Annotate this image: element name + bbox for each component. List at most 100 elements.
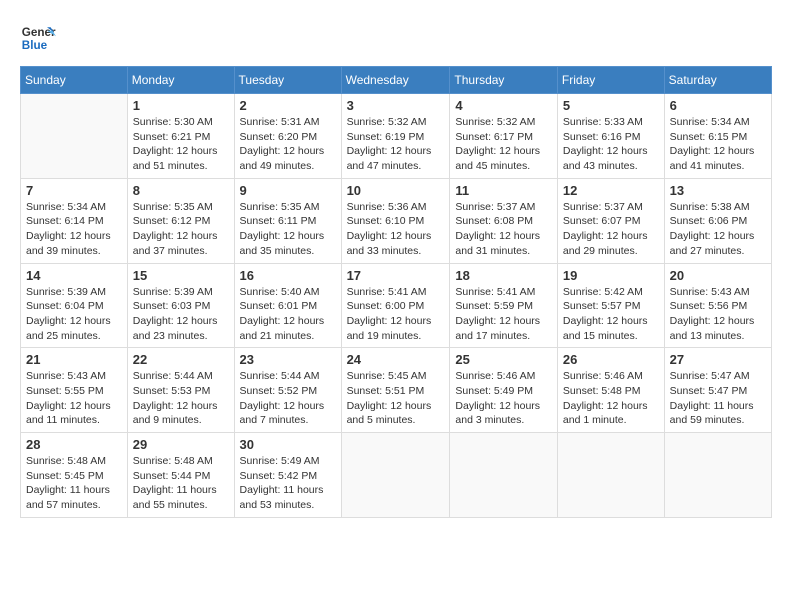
calendar-header: SundayMondayTuesdayWednesdayThursdayFrid… (21, 67, 772, 94)
day-info: Sunrise: 5:36 AMSunset: 6:10 PMDaylight:… (347, 200, 445, 259)
calendar-cell: 10 Sunrise: 5:36 AMSunset: 6:10 PMDayligh… (341, 178, 450, 263)
calendar-cell: 3 Sunrise: 5:32 AMSunset: 6:19 PMDaylight… (341, 94, 450, 179)
day-info: Sunrise: 5:48 AMSunset: 5:45 PMDaylight:… (26, 454, 122, 513)
calendar-cell: 1 Sunrise: 5:30 AMSunset: 6:21 PMDaylight… (127, 94, 234, 179)
day-number: 29 (133, 437, 229, 452)
calendar-cell: 11 Sunrise: 5:37 AMSunset: 6:08 PMDayligh… (450, 178, 558, 263)
day-number: 21 (26, 352, 122, 367)
day-number: 12 (563, 183, 659, 198)
day-number: 8 (133, 183, 229, 198)
calendar-cell: 12 Sunrise: 5:37 AMSunset: 6:07 PMDayligh… (557, 178, 664, 263)
day-info: Sunrise: 5:39 AMSunset: 6:03 PMDaylight:… (133, 285, 229, 344)
calendar-cell: 25Sunrise: 5:46 AMSunset: 5:49 PMDayligh… (450, 348, 558, 433)
calendar-cell (450, 433, 558, 518)
day-number: 20 (670, 268, 766, 283)
calendar-week-1: 1 Sunrise: 5:30 AMSunset: 6:21 PMDaylight… (21, 94, 772, 179)
day-info: Sunrise: 5:41 AMSunset: 6:00 PMDaylight:… (347, 285, 445, 344)
calendar-cell: 13Sunrise: 5:38 AMSunset: 6:06 PMDayligh… (664, 178, 771, 263)
day-info: Sunrise: 5:43 AMSunset: 5:55 PMDaylight:… (26, 369, 122, 428)
calendar-week-3: 14 Sunrise: 5:39 AMSunset: 6:04 PMDayligh… (21, 263, 772, 348)
day-number: 15 (133, 268, 229, 283)
calendar-week-2: 7 Sunrise: 5:34 AMSunset: 6:14 PMDaylight… (21, 178, 772, 263)
weekday-header-friday: Friday (557, 67, 664, 94)
day-number: 16 (240, 268, 336, 283)
weekday-header-wednesday: Wednesday (341, 67, 450, 94)
day-info: Sunrise: 5:38 AMSunset: 6:06 PMDaylight:… (670, 200, 766, 259)
day-info: Sunrise: 5:32 AMSunset: 6:17 PMDaylight:… (455, 115, 552, 174)
day-info: Sunrise: 5:41 AMSunset: 5:59 PMDaylight:… (455, 285, 552, 344)
day-number: 27 (670, 352, 766, 367)
day-number: 1 (133, 98, 229, 113)
day-info: Sunrise: 5:37 AMSunset: 6:08 PMDaylight:… (455, 200, 552, 259)
day-number: 3 (347, 98, 445, 113)
calendar-cell: 2Sunrise: 5:31 AMSunset: 6:20 PMDaylight… (234, 94, 341, 179)
day-info: Sunrise: 5:44 AMSunset: 5:53 PMDaylight:… (133, 369, 229, 428)
day-number: 17 (347, 268, 445, 283)
day-info: Sunrise: 5:39 AMSunset: 6:04 PMDaylight:… (26, 285, 122, 344)
day-number: 10 (347, 183, 445, 198)
calendar-cell: 6 Sunrise: 5:34 AMSunset: 6:15 PMDaylight… (664, 94, 771, 179)
calendar-cell: 5Sunrise: 5:33 AMSunset: 6:16 PMDaylight… (557, 94, 664, 179)
calendar-cell: 28 Sunrise: 5:48 AMSunset: 5:45 PMDayligh… (21, 433, 128, 518)
day-info: Sunrise: 5:37 AMSunset: 6:07 PMDaylight:… (563, 200, 659, 259)
calendar-cell: 18 Sunrise: 5:41 AMSunset: 5:59 PMDayligh… (450, 263, 558, 348)
calendar-cell (21, 94, 128, 179)
day-number: 4 (455, 98, 552, 113)
weekday-header-monday: Monday (127, 67, 234, 94)
weekday-header-saturday: Saturday (664, 67, 771, 94)
day-info: Sunrise: 5:40 AMSunset: 6:01 PMDaylight:… (240, 285, 336, 344)
day-number: 19 (563, 268, 659, 283)
day-number: 9 (240, 183, 336, 198)
calendar-week-5: 28 Sunrise: 5:48 AMSunset: 5:45 PMDayligh… (21, 433, 772, 518)
day-number: 7 (26, 183, 122, 198)
calendar-cell (664, 433, 771, 518)
day-info: Sunrise: 5:49 AMSunset: 5:42 PMDaylight:… (240, 454, 336, 513)
page-header: General Blue (20, 20, 772, 56)
day-info: Sunrise: 5:32 AMSunset: 6:19 PMDaylight:… (347, 115, 445, 174)
calendar-cell (341, 433, 450, 518)
calendar-cell: 7 Sunrise: 5:34 AMSunset: 6:14 PMDaylight… (21, 178, 128, 263)
calendar-cell: 17 Sunrise: 5:41 AMSunset: 6:00 PMDayligh… (341, 263, 450, 348)
day-number: 18 (455, 268, 552, 283)
logo-icon: General Blue (20, 20, 56, 56)
calendar-table: SundayMondayTuesdayWednesdayThursdayFrid… (20, 66, 772, 518)
svg-text:Blue: Blue (22, 39, 48, 52)
day-number: 26 (563, 352, 659, 367)
day-info: Sunrise: 5:48 AMSunset: 5:44 PMDaylight:… (133, 454, 229, 513)
day-number: 11 (455, 183, 552, 198)
day-info: Sunrise: 5:47 AMSunset: 5:47 PMDaylight:… (670, 369, 766, 428)
day-info: Sunrise: 5:35 AMSunset: 6:12 PMDaylight:… (133, 200, 229, 259)
calendar-cell: 9 Sunrise: 5:35 AMSunset: 6:11 PMDaylight… (234, 178, 341, 263)
calendar-week-4: 21 Sunrise: 5:43 AMSunset: 5:55 PMDayligh… (21, 348, 772, 433)
day-info: Sunrise: 5:42 AMSunset: 5:57 PMDaylight:… (563, 285, 659, 344)
day-number: 14 (26, 268, 122, 283)
day-info: Sunrise: 5:43 AMSunset: 5:56 PMDaylight:… (670, 285, 766, 344)
calendar-cell: 4 Sunrise: 5:32 AMSunset: 6:17 PMDaylight… (450, 94, 558, 179)
calendar-cell: 14 Sunrise: 5:39 AMSunset: 6:04 PMDayligh… (21, 263, 128, 348)
calendar-cell: 26Sunrise: 5:46 AMSunset: 5:48 PMDayligh… (557, 348, 664, 433)
weekday-header-sunday: Sunday (21, 67, 128, 94)
calendar-cell: 30 Sunrise: 5:49 AMSunset: 5:42 PMDayligh… (234, 433, 341, 518)
day-info: Sunrise: 5:34 AMSunset: 6:15 PMDaylight:… (670, 115, 766, 174)
day-info: Sunrise: 5:45 AMSunset: 5:51 PMDaylight:… (347, 369, 445, 428)
day-number: 30 (240, 437, 336, 452)
calendar-cell: 27 Sunrise: 5:47 AMSunset: 5:47 PMDayligh… (664, 348, 771, 433)
day-info: Sunrise: 5:35 AMSunset: 6:11 PMDaylight:… (240, 200, 336, 259)
day-info: Sunrise: 5:34 AMSunset: 6:14 PMDaylight:… (26, 200, 122, 259)
day-number: 6 (670, 98, 766, 113)
calendar-cell: 19 Sunrise: 5:42 AMSunset: 5:57 PMDayligh… (557, 263, 664, 348)
calendar-cell: 8 Sunrise: 5:35 AMSunset: 6:12 PMDaylight… (127, 178, 234, 263)
calendar-cell (557, 433, 664, 518)
weekday-header-thursday: Thursday (450, 67, 558, 94)
day-number: 28 (26, 437, 122, 452)
day-info: Sunrise: 5:30 AMSunset: 6:21 PMDaylight:… (133, 115, 229, 174)
day-number: 22 (133, 352, 229, 367)
calendar-cell: 16 Sunrise: 5:40 AMSunset: 6:01 PMDayligh… (234, 263, 341, 348)
calendar-cell: 20 Sunrise: 5:43 AMSunset: 5:56 PMDayligh… (664, 263, 771, 348)
day-info: Sunrise: 5:46 AMSunset: 5:49 PMDaylight:… (455, 369, 552, 428)
day-info: Sunrise: 5:31 AMSunset: 6:20 PMDaylight:… (240, 115, 336, 174)
day-number: 5 (563, 98, 659, 113)
calendar-cell: 29 Sunrise: 5:48 AMSunset: 5:44 PMDayligh… (127, 433, 234, 518)
calendar-cell: 22 Sunrise: 5:44 AMSunset: 5:53 PMDayligh… (127, 348, 234, 433)
logo: General Blue (20, 20, 56, 56)
